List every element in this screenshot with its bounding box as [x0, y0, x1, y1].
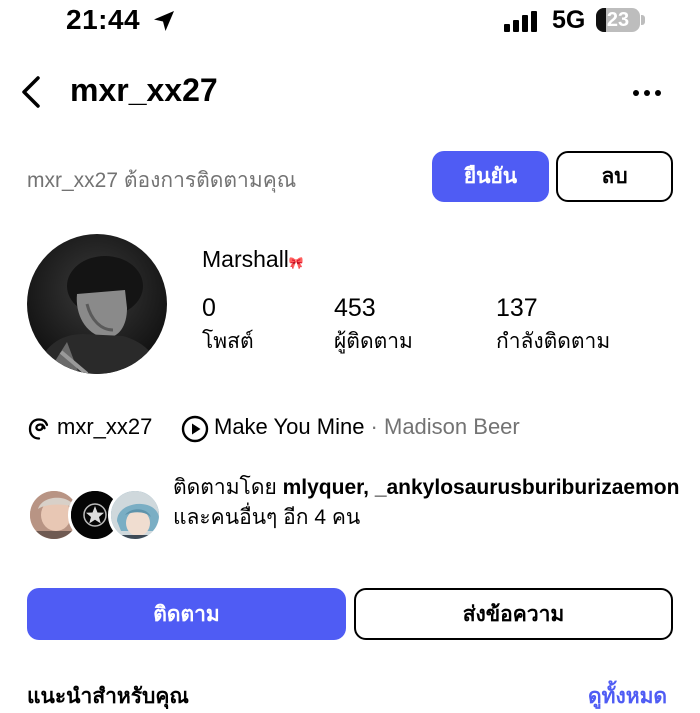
confirm-button[interactable]: ยืนยัน — [432, 151, 549, 202]
ribbon-emoji: 🎀 — [288, 256, 304, 270]
play-icon[interactable] — [181, 415, 209, 443]
signal-icon — [504, 10, 537, 32]
follow-button[interactable]: ติดตาม — [27, 588, 346, 640]
following-label: กำลังติดตาม — [496, 330, 611, 353]
posts-count: 0 — [202, 294, 216, 322]
posts-label: โพสต์ — [202, 330, 254, 353]
followed-by-suffix: และคนอื่นๆ อีก 4 คน — [173, 506, 361, 529]
battery-level: 23 — [606, 8, 630, 31]
posts-stat: 0 โพสต์ — [202, 294, 254, 358]
avatar-photo — [27, 234, 167, 374]
network-type: 5G — [552, 6, 586, 34]
following-stat[interactable]: 137 กำลังติดตาม — [496, 294, 610, 358]
message-button[interactable]: ส่งข้อความ — [354, 588, 673, 640]
followers-stat[interactable]: 453 ผู้ติดตาม — [334, 294, 413, 358]
battery-cap — [641, 15, 645, 25]
threads-icon[interactable] — [27, 417, 51, 441]
status-time: 21:44 — [66, 4, 141, 35]
follower-avatar-photo — [111, 491, 159, 539]
followed-by-names: mlyquer, _ankylosaurusburiburizaemon — [282, 476, 680, 499]
location-arrow-icon — [154, 11, 174, 31]
song-separator: · — [364, 414, 384, 439]
followers-label: ผู้ติดตาม — [334, 330, 413, 353]
song-artist: Madison Beer — [384, 414, 520, 439]
chevron-left-icon[interactable] — [16, 74, 48, 110]
followers-count: 453 — [334, 294, 376, 322]
follower-avatar[interactable] — [108, 488, 162, 542]
see-all-link[interactable]: ดูทั้งหมด — [588, 680, 667, 713]
followed-by-prefix: ติดตามโดย — [173, 476, 283, 499]
followed-by-text[interactable]: ติดตามโดย mlyquer, _ankylosaurusburiburi… — [173, 473, 683, 533]
music-link[interactable]: Make You Mine · Madison Beer — [214, 414, 520, 440]
following-count: 137 — [496, 294, 538, 322]
more-horizontal-icon[interactable] — [632, 88, 662, 98]
display-name-text: Marshall — [202, 246, 289, 272]
battery-icon: 23 — [596, 8, 640, 32]
follow-request-text: mxr_xx27 ต้องการติดตามคุณ — [27, 169, 297, 192]
delete-button[interactable]: ลบ — [556, 151, 673, 202]
page-title: mxr_xx27 — [70, 72, 218, 108]
profile-avatar[interactable] — [27, 234, 167, 374]
display-name: Marshall🎀 — [202, 246, 304, 273]
threads-link[interactable]: mxr_xx27 — [57, 414, 152, 440]
song-title: Make You Mine — [214, 414, 365, 439]
suggestions-title: แนะนำสำหรับคุณ — [27, 685, 189, 708]
